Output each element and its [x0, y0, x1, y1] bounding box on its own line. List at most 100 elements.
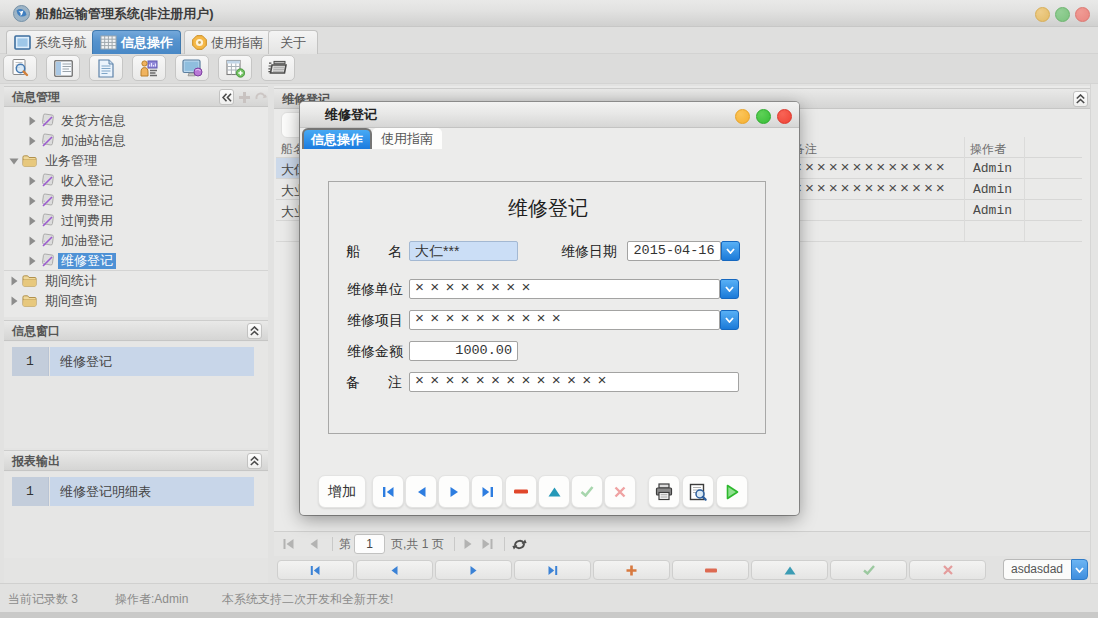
arrow-right-icon[interactable] [9, 296, 19, 306]
tree-item-gas-station-info[interactable]: 加油站信息 [4, 131, 268, 151]
ship-name-label: 船 名 [346, 243, 402, 261]
tree-item-period-query[interactable]: 期间查询 [4, 291, 268, 311]
run-button[interactable] [716, 475, 748, 508]
prev-record-button[interactable] [405, 475, 437, 508]
remark-input[interactable]: ××××××××××××× [409, 372, 739, 392]
date-dropdown-button[interactable] [721, 241, 740, 261]
nav-last-button[interactable] [514, 560, 591, 580]
tree-item-period-statistics[interactable]: 期间统计 [4, 271, 268, 291]
add-icon[interactable] [238, 91, 251, 104]
page-suffix-label: 页,共 1 页 [391, 536, 444, 552]
minus-icon [705, 568, 717, 573]
nav-insert-button[interactable] [593, 560, 670, 580]
tree-item-income-register[interactable]: 收入登记 [4, 171, 268, 191]
last-page-icon[interactable] [480, 537, 494, 551]
cell-operator-2[interactable]: Admin [973, 182, 1012, 197]
collapse-up-button[interactable] [247, 323, 262, 339]
page-number-input[interactable]: 1 [354, 534, 385, 554]
arrow-right-icon[interactable] [27, 196, 37, 206]
nav-edit-button[interactable] [751, 560, 828, 580]
dialog-maximize-button[interactable] [756, 109, 771, 124]
repair-amount-input[interactable]: 1000.00 [409, 341, 518, 361]
nav-post-button[interactable] [830, 560, 907, 580]
next-record-icon [449, 486, 460, 498]
arrow-right-icon[interactable] [27, 216, 37, 226]
window-minimize-button[interactable] [1035, 7, 1050, 22]
nav-delete-button[interactable] [672, 560, 749, 580]
first-page-icon[interactable] [282, 537, 296, 551]
arrow-right-icon[interactable] [27, 236, 37, 246]
print-preview-button[interactable] [682, 475, 714, 508]
toolbar-monitor-button[interactable] [175, 55, 209, 81]
first-record-button[interactable] [372, 475, 404, 508]
window-maximize-button[interactable] [1055, 7, 1070, 22]
arrow-right-icon[interactable] [27, 176, 37, 186]
chevron-down-icon [726, 248, 735, 254]
tab-system-navigation[interactable]: 系统导航 [6, 30, 95, 54]
collapse-up-button[interactable] [1073, 91, 1088, 107]
repair-unit-input[interactable]: ×××××××× [409, 279, 720, 299]
arrow-right-icon[interactable] [9, 276, 19, 286]
nav-next-button[interactable] [435, 560, 512, 580]
repair-date-input[interactable]: 2015-04-16 [627, 241, 721, 261]
arrow-right-icon[interactable] [27, 256, 37, 266]
collapse-up-button[interactable] [247, 453, 262, 469]
print-button[interactable] [648, 475, 680, 508]
cell-remark-2[interactable]: ××××××××××××× [793, 181, 948, 198]
dialog-tab-user-guide[interactable]: 使用指南 [372, 128, 442, 149]
toolbar-printer-panel-button[interactable] [261, 55, 295, 81]
cell-remark-1[interactable]: ××××××××××××× [793, 160, 948, 177]
refresh-icon[interactable] [254, 91, 267, 104]
toolbar-search-button[interactable] [3, 55, 37, 81]
next-page-icon[interactable] [461, 537, 475, 551]
form-title: 维修登记 [329, 195, 767, 222]
repair-date-label: 维修日期 [561, 243, 617, 261]
toolbar-report-button[interactable] [46, 55, 80, 81]
arrow-right-icon[interactable] [27, 136, 37, 146]
arrow-right-icon[interactable] [27, 116, 37, 126]
dialog-close-button[interactable] [777, 109, 792, 124]
nav-cancel-button[interactable] [909, 560, 986, 580]
nav-first-button[interactable] [277, 560, 354, 580]
tree-item-shipper-info[interactable]: 发货方信息 [4, 111, 268, 131]
tree-item-business-management[interactable]: 业务管理 [4, 151, 268, 171]
cross-icon [943, 565, 953, 575]
toolbar-user-chart-button[interactable] [132, 55, 166, 81]
tab-information-operation[interactable]: 信息操作 [92, 30, 181, 54]
dialog-tab-information-operation[interactable]: 信息操作 [302, 128, 372, 149]
delete-record-button[interactable] [505, 475, 537, 508]
tab-about[interactable]: 关于 [268, 30, 318, 54]
ship-name-input[interactable]: 大仁*** [409, 241, 518, 261]
toolbar-document-button[interactable] [89, 55, 123, 81]
tree-item-expense-register[interactable]: 费用登记 [4, 191, 268, 211]
combo-dropdown-button[interactable] [1071, 559, 1088, 580]
prev-page-icon[interactable] [307, 537, 321, 551]
check-icon [580, 486, 594, 497]
tree-item-lock-fee[interactable]: 过闸费用 [4, 211, 268, 231]
cancel-record-button[interactable] [604, 475, 636, 508]
list-item-label: 维修登记明细表 [50, 477, 254, 506]
next-record-button[interactable] [438, 475, 470, 508]
cell-operator-3[interactable]: Admin [973, 203, 1012, 218]
tree-item-repair-register[interactable]: 维修登记 [4, 251, 268, 271]
add-button[interactable]: 增加 [318, 475, 366, 508]
post-record-button[interactable] [571, 475, 603, 508]
unit-dropdown-button[interactable] [720, 279, 739, 299]
collapse-left-button[interactable] [219, 89, 234, 105]
tab-user-guide[interactable]: 使用指南 [184, 30, 271, 54]
last-record-button[interactable] [471, 475, 503, 508]
dialog-minimize-button[interactable] [735, 109, 750, 124]
refresh-icon[interactable] [512, 537, 527, 552]
arrow-down-icon[interactable] [9, 156, 19, 166]
edit-record-button[interactable] [538, 475, 570, 508]
repair-item-input[interactable]: ×××××××××× [409, 310, 720, 330]
item-dropdown-button[interactable] [720, 310, 739, 330]
tree-item-refuel-register[interactable]: 加油登记 [4, 231, 268, 251]
monitor-sphere-icon [182, 59, 203, 77]
nav-prev-button[interactable] [356, 560, 433, 580]
cell-operator-1[interactable]: Admin [973, 161, 1012, 176]
bottom-combo-input[interactable]: asdasdad [1003, 559, 1071, 580]
column-header-operator[interactable]: 操作者 [970, 141, 1006, 158]
toolbar-table-add-button[interactable] [218, 55, 252, 81]
window-close-button[interactable] [1075, 7, 1090, 22]
